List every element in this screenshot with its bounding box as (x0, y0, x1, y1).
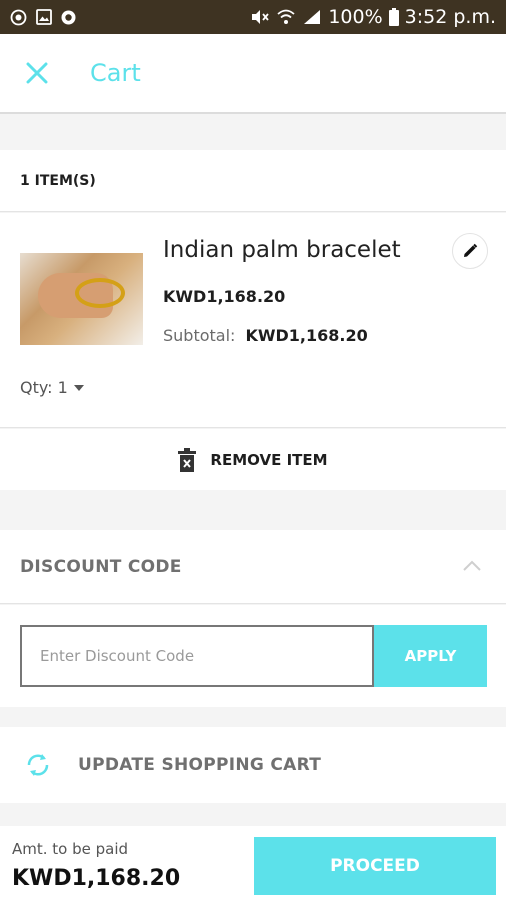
image-icon (35, 9, 52, 26)
app-header: Cart (0, 34, 506, 114)
apply-button[interactable]: APPLY (374, 625, 487, 687)
page-title: Cart (90, 59, 141, 87)
battery-icon (388, 8, 399, 26)
chevron-up-icon[interactable] (462, 558, 482, 574)
product-name[interactable]: Indian palm bracelet (163, 237, 401, 263)
battery-percent: 100% (328, 6, 383, 28)
close-button[interactable] (22, 58, 52, 88)
wifi-icon (276, 9, 296, 26)
product-price: KWD1,168.20 (163, 287, 286, 306)
proceed-button[interactable]: PROCEED (254, 837, 496, 895)
mute-icon (250, 9, 270, 26)
subtotal-label: Subtotal: (163, 326, 236, 345)
clock: 3:52 p.m. (404, 6, 496, 28)
discount-code-input[interactable] (20, 625, 374, 687)
discount-title: DISCOUNT CODE (20, 556, 182, 577)
remove-item-button[interactable]: REMOVE ITEM (0, 429, 506, 490)
status-bar: 100% 3:52 p.m. (0, 0, 506, 34)
trash-icon (178, 447, 197, 472)
discount-code-header[interactable]: DISCOUNT CODE (0, 530, 506, 604)
edit-item-button[interactable] (452, 233, 488, 269)
update-shopping-cart-button[interactable]: UPDATE SHOPPING CART (0, 727, 506, 803)
product-image[interactable] (20, 253, 143, 345)
signal-icon (302, 9, 322, 26)
quantity-label: Qty: 1 (20, 378, 68, 397)
amount-value: KWD1,168.20 (12, 866, 181, 891)
checkout-footer: Amt. to be paid KWD1,168.20 PROCEED (0, 826, 506, 900)
dropdown-caret-icon (73, 384, 84, 391)
close-icon (26, 62, 48, 84)
discount-code-form: APPLY (0, 605, 506, 707)
pencil-icon (464, 243, 478, 257)
whatsapp-icon (60, 9, 77, 26)
subtotal-value: KWD1,168.20 (245, 326, 368, 345)
bracelet-shape (75, 278, 125, 308)
notification-icons (10, 9, 77, 26)
subtotal-row: Subtotal: KWD1,168.20 (163, 326, 368, 345)
refresh-icon (27, 754, 49, 776)
system-icons: 100% 3:52 p.m. (250, 6, 496, 28)
amount-label: Amt. to be paid (12, 840, 129, 858)
items-count: 1 ITEM(S) (0, 150, 506, 212)
camera-icon (10, 9, 27, 26)
update-cart-label: UPDATE SHOPPING CART (78, 755, 322, 775)
remove-item-label: REMOVE ITEM (210, 450, 328, 469)
cart-item: Indian palm bracelet KWD1,168.20 Subtota… (0, 213, 506, 428)
quantity-dropdown[interactable]: Qty: 1 (20, 378, 84, 397)
